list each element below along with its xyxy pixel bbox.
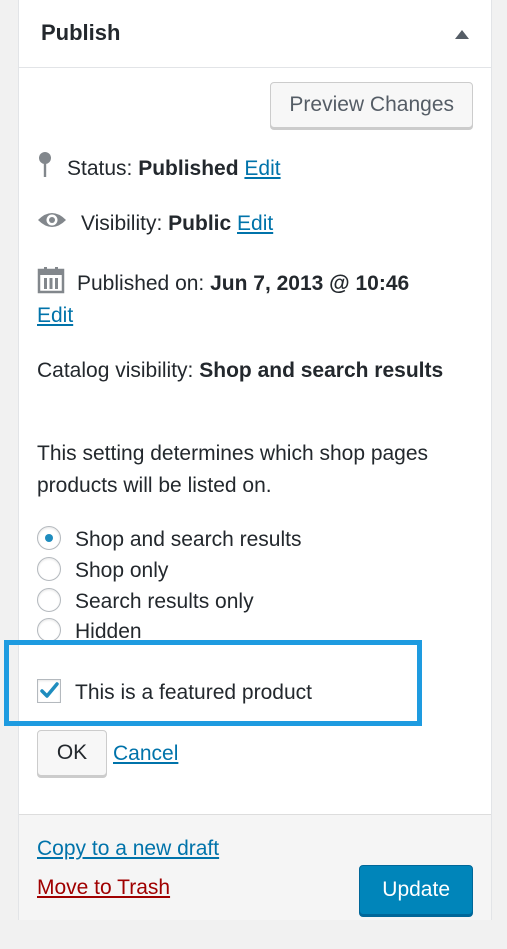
radio-button[interactable] <box>37 588 61 613</box>
radio-option-shop-and-search[interactable]: Shop and search results <box>37 525 301 555</box>
catalog-visibility-label: Catalog visibility: <box>37 359 194 382</box>
published-on-edit-row: Edit <box>37 301 73 331</box>
cancel-row: Cancel <box>113 739 178 769</box>
catalog-visibility-value: Shop and search results <box>199 359 444 382</box>
status-label: Status: <box>67 157 133 181</box>
eye-icon <box>37 209 67 239</box>
visibility-row: Visibility: Public Edit <box>37 209 273 239</box>
collapse-toggle-icon[interactable] <box>455 30 469 39</box>
visibility-value: Public <box>168 212 232 235</box>
panel-header[interactable]: Publish <box>19 0 491 68</box>
catalog-visibility: Catalog visibility: Shop and search resu… <box>37 355 467 387</box>
panel-footer: Copy to a new draft Move to Trash Update <box>19 814 491 920</box>
radio-button[interactable] <box>37 557 61 582</box>
radio-label: Shop only <box>75 559 169 582</box>
publish-panel: Publish Preview Changes Status: Publishe… <box>18 0 492 920</box>
radio-label: Search results only <box>75 590 254 613</box>
radio-label: Shop and search results <box>75 528 302 551</box>
highlight-box <box>4 640 422 726</box>
status-value: Published <box>138 157 239 181</box>
catalog-description: This setting determines which shop pages… <box>37 442 429 497</box>
visibility-label: Visibility: <box>81 212 163 235</box>
panel-title: Publish <box>41 20 121 45</box>
published-on-edit-link[interactable]: Edit <box>37 304 73 327</box>
copy-draft-row: Copy to a new draft <box>37 834 219 864</box>
preview-changes-button[interactable]: Preview Changes <box>270 82 473 128</box>
calendar-icon <box>37 266 65 303</box>
cancel-link[interactable]: Cancel <box>113 742 178 765</box>
published-on-row: Published on: Jun 7, 2013 @ 10:46 <box>37 266 409 303</box>
copy-to-draft-link[interactable]: Copy to a new draft <box>37 837 219 860</box>
move-to-trash-link[interactable]: Move to Trash <box>37 876 170 899</box>
status-row: Status: Published Edit <box>37 151 281 188</box>
radio-button[interactable] <box>37 618 61 643</box>
status-edit-link[interactable]: Edit <box>244 157 280 180</box>
published-on-label: Published on: <box>77 272 205 296</box>
radio-option-search-only[interactable]: Search results only <box>37 587 254 617</box>
radio-option-shop-only[interactable]: Shop only <box>37 556 168 586</box>
ok-button[interactable]: OK <box>37 730 107 776</box>
update-button[interactable]: Update <box>359 865 473 915</box>
trash-row: Move to Trash <box>37 873 170 903</box>
published-on-value: Jun 7, 2013 @ 10:46 <box>210 272 410 296</box>
pin-icon <box>37 151 53 188</box>
radio-button[interactable] <box>37 526 61 551</box>
visibility-edit-link[interactable]: Edit <box>237 212 273 235</box>
